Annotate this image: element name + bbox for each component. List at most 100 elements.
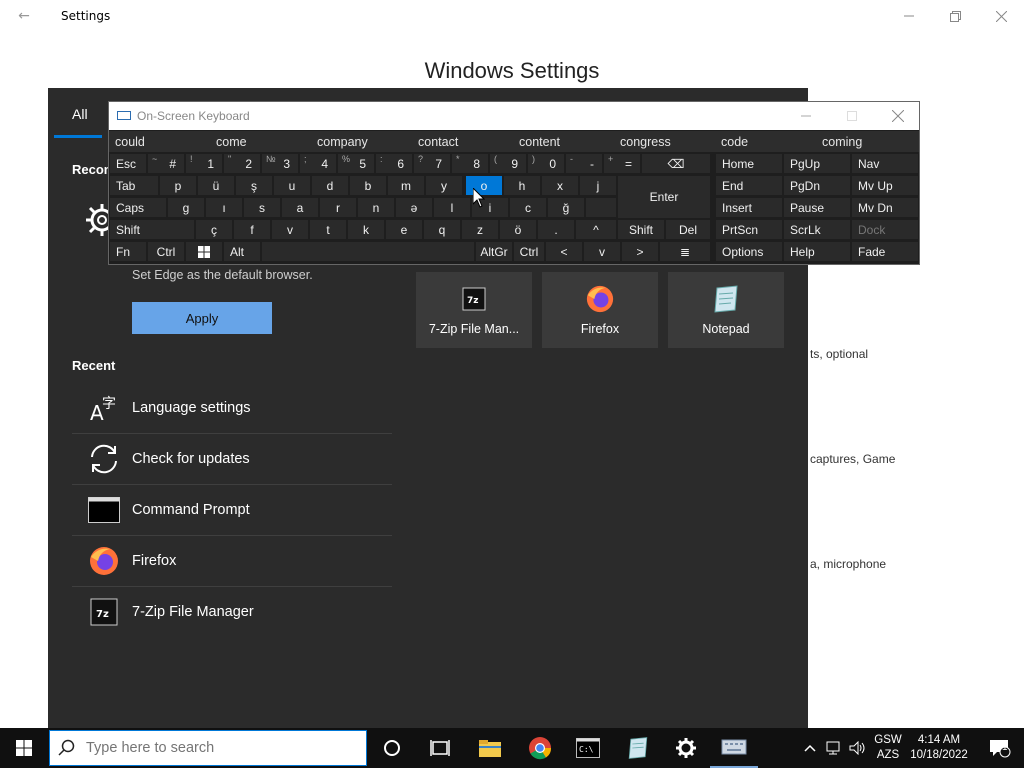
key-2[interactable]: " 2 [223,153,261,174]
key-1[interactable]: ! 1 [185,153,223,174]
key-altgr[interactable]: AltGr [475,241,513,262]
key-p[interactable]: p [159,175,197,196]
key-alt-left[interactable]: Alt [223,241,261,262]
key-a[interactable]: a [281,197,319,218]
key-y[interactable]: y [425,175,463,196]
prediction-contact[interactable]: contact [412,131,513,152]
input-language-indicator[interactable]: GSW AZS [870,733,906,763]
key-up[interactable]: ^ [575,219,617,240]
key-v[interactable]: v [271,219,309,240]
key-s-cedilla[interactable]: ş [235,175,273,196]
key-6[interactable]: :6 [375,153,413,174]
key-u[interactable]: u [273,175,311,196]
key-o-umlaut[interactable]: ö [499,219,537,240]
key-down[interactable]: v [583,241,621,262]
key-j[interactable]: j [579,175,617,196]
key-fn[interactable]: Fn [109,241,147,262]
key-scrlk[interactable]: ScrLk [783,219,851,240]
key-b[interactable]: b [349,175,387,196]
search-input[interactable] [84,739,348,757]
key-prtscn[interactable]: PrtScn [715,219,783,240]
key-ctrl-left[interactable]: Ctrl [147,241,185,262]
key-enter[interactable]: Enter [617,175,711,219]
osk-minimize-button[interactable] [783,102,829,130]
key-z[interactable]: z [461,219,499,240]
recent-item-firefox[interactable]: Firefox [72,536,392,587]
key-equals[interactable]: + = [603,153,641,174]
key-windows[interactable] [185,241,223,262]
key-c-cedilla[interactable]: ç [195,219,233,240]
start-button[interactable] [0,728,48,768]
key-c[interactable]: c [509,197,547,218]
key-h[interactable]: h [503,175,541,196]
app-tile-firefox[interactable]: Firefox [542,272,658,348]
key-dotless-i[interactable]: ı [205,197,243,218]
recent-item-language-settings[interactable]: A字 Language settings [72,383,392,434]
key-backspace[interactable]: ⌫ [641,153,711,174]
key-hash[interactable]: ~ # [147,153,185,174]
network-button[interactable] [822,728,848,768]
chrome-button[interactable] [516,728,564,768]
minimize-button[interactable] [886,0,932,32]
key-blank[interactable] [585,197,617,218]
key-dock[interactable]: Dock [851,219,919,240]
key-help[interactable]: Help [783,241,851,262]
key-s[interactable]: s [243,197,281,218]
apply-button[interactable]: Apply [132,302,272,334]
key-shift-right[interactable]: Shift [617,219,665,240]
key-tab[interactable]: Tab [109,175,159,196]
prediction-coming[interactable]: coming [816,131,919,152]
key-esc[interactable]: Esc [109,153,147,174]
key-pgdn[interactable]: PgDn [783,175,851,196]
notifications-button[interactable]: 1 [976,728,1024,768]
key-g[interactable]: g [167,197,205,218]
key-menu[interactable]: ≣ [659,241,711,262]
osk-maximize-button[interactable] [829,102,875,130]
key-d[interactable]: d [311,175,349,196]
settings-button[interactable] [662,728,710,768]
key-t[interactable]: t [309,219,347,240]
key-k[interactable]: k [347,219,385,240]
key-insert[interactable]: Insert [715,197,783,218]
task-view-button[interactable] [416,728,464,768]
key-m[interactable]: m [387,175,425,196]
back-button[interactable]: ← [10,4,38,28]
key-mv-up[interactable]: Mv Up [851,175,919,196]
on-screen-keyboard-button[interactable] [710,728,758,768]
key-schwa[interactable]: ə [395,197,433,218]
osk-titlebar[interactable]: On-Screen Keyboard [109,102,919,130]
key-home[interactable]: Home [715,153,783,174]
recent-item-command-prompt[interactable]: Command Prompt [72,485,392,536]
show-hidden-icons-button[interactable] [798,728,822,768]
volume-button[interactable] [846,728,870,768]
prediction-company[interactable]: company [311,131,412,152]
key-caps[interactable]: Caps [109,197,167,218]
key-space[interactable] [261,241,475,262]
command-prompt-button[interactable]: C:\ [564,728,612,768]
tab-all[interactable]: All [72,106,88,122]
taskbar-search[interactable] [49,730,367,766]
key-x[interactable]: x [541,175,579,196]
key-left[interactable]: < [545,241,583,262]
key-minus[interactable]: -- [565,153,603,174]
key-g-breve[interactable]: ğ [547,197,585,218]
recent-item-7zip[interactable]: 7z 7-Zip File Manager [72,587,392,637]
prediction-content[interactable]: content [513,131,614,152]
key-ctrl-right[interactable]: Ctrl [513,241,545,262]
key-4[interactable]: ; 4 [299,153,337,174]
key-8[interactable]: * 8 [451,153,489,174]
key-u-umlaut[interactable]: ü [197,175,235,196]
key-mv-dn[interactable]: Mv Dn [851,197,919,218]
key-nav[interactable]: Nav [851,153,919,174]
key-n[interactable]: n [357,197,395,218]
key-7[interactable]: ? 7 [413,153,451,174]
prediction-code[interactable]: code [715,131,816,152]
clock[interactable]: 4:14 AM 10/18/2022 [906,733,972,763]
key-3[interactable]: № 3 [261,153,299,174]
key-del[interactable]: Del [665,219,711,240]
prediction-come[interactable]: come [210,131,311,152]
cortana-button[interactable] [368,728,416,768]
key-period[interactable]: . [537,219,575,240]
notepad-button[interactable] [614,728,662,768]
file-explorer-button[interactable] [466,728,514,768]
